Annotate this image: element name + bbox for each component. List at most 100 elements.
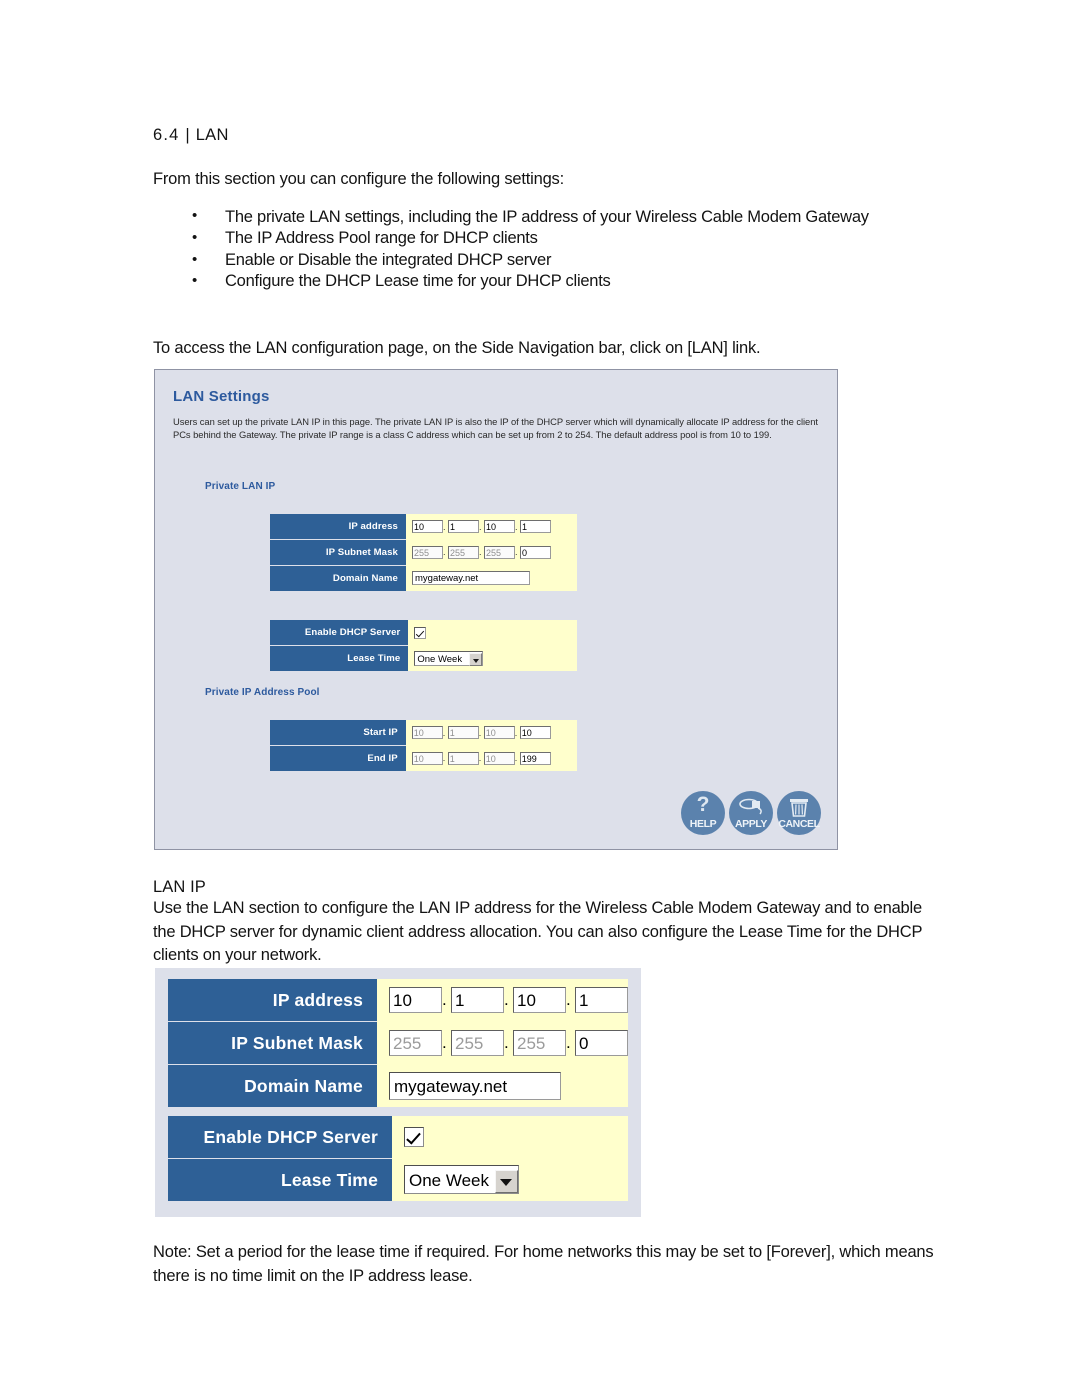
ip-address-octet-4[interactable]: 1 — [575, 987, 628, 1014]
table-row: Enable DHCP Server — [270, 620, 577, 646]
subnet-mask-octet-2[interactable]: 255 — [448, 545, 479, 559]
subnet-mask-octet-1[interactable]: 255 — [412, 545, 443, 559]
subheading-private-ip-address-pool: Private IP Address Pool — [205, 687, 320, 698]
cancel-button-label: CANCEL — [778, 818, 820, 830]
ip-address-octet-3[interactable]: 10 — [513, 987, 566, 1014]
table-row: Lease Time One Week — [270, 645, 577, 671]
end-ip-value-cell: 10. 1. 10. 199 — [405, 745, 577, 771]
help-button[interactable]: ? HELP — [681, 791, 725, 835]
octet-separator: . — [442, 990, 447, 1010]
ip-address-label: IP address — [168, 979, 377, 1022]
private-lan-ip-table: IP address 10. 1. 10. 1 IP Subnet Mask 255.… — [270, 514, 577, 591]
domain-name-value-cell: mygateway.net — [406, 565, 577, 591]
list-item: The private LAN settings, including the … — [153, 205, 933, 228]
ip-address-octet-4[interactable]: 1 — [520, 520, 551, 534]
subnet-mask-octet-3[interactable]: 255 — [484, 545, 515, 559]
list-item: Configure the DHCP Lease time for your D… — [153, 270, 933, 293]
chevron-down-icon[interactable] — [469, 652, 483, 666]
start-ip-value-cell: 10. 1. 10. 10 — [405, 720, 577, 746]
apply-button[interactable]: APPLY — [729, 791, 773, 835]
access-instruction-paragraph: To access the LAN configuration page, on… — [153, 339, 761, 357]
lease-time-label: Lease Time — [168, 1158, 392, 1201]
ip-address-octet-2[interactable]: 1 — [451, 987, 504, 1014]
intro-paragraph: From this section you can configure the … — [153, 170, 564, 188]
panel-title: LAN Settings — [173, 388, 270, 405]
enlarged-lan-ip-table: IP address 10. 1. 10. 1 IP Subnet Mask 255.… — [168, 979, 628, 1107]
action-button-group: ? HELP APPLY CANCEL — [681, 791, 821, 835]
lease-time-label: Lease Time — [270, 645, 409, 671]
enable-dhcp-server-label: Enable DHCP Server — [168, 1116, 392, 1159]
lease-time-value-cell: One Week — [392, 1158, 628, 1201]
subnet-mask-octet-3[interactable]: 255 — [513, 1030, 566, 1056]
table-row: Start IP 10. 1. 10. 10 — [270, 720, 577, 746]
table-row: IP address 10. 1. 10. 1 — [168, 979, 628, 1022]
question-mark-icon: ? — [696, 793, 710, 816]
ip-subnet-mask-value-cell: 255. 255. 255. 0 — [406, 539, 577, 566]
table-row: End IP 10. 1. 10. 199 — [270, 745, 577, 771]
ip-address-octet-3[interactable]: 10 — [484, 520, 515, 534]
table-row: IP Subnet Mask 255. 255. 255. 0 — [168, 1021, 628, 1065]
subnet-mask-octet-4[interactable]: 0 — [575, 1030, 628, 1056]
end-ip-octet-1[interactable]: 10 — [411, 751, 443, 765]
octet-separator: . — [566, 1033, 571, 1052]
octet-separator: . — [504, 1033, 509, 1052]
table-row: Domain Name mygateway.net — [270, 565, 577, 591]
ip-address-octet-2[interactable]: 1 — [448, 520, 479, 534]
octet-separator: . — [504, 990, 509, 1010]
help-button-label: HELP — [689, 818, 717, 830]
enable-dhcp-server-checkbox[interactable] — [414, 626, 427, 639]
table-row: Enable DHCP Server — [168, 1116, 628, 1159]
start-ip-octet-2[interactable]: 1 — [447, 726, 479, 740]
start-ip-octet-1[interactable]: 10 — [411, 726, 443, 740]
apply-button-label: APPLY — [734, 818, 768, 830]
start-ip-label: Start IP — [270, 720, 406, 746]
dhcp-settings-table: Enable DHCP Server Lease Time One Week — [270, 620, 577, 671]
lan-ip-enlarged-figure: IP address 10. 1. 10. 1 IP Subnet Mask 255.… — [155, 968, 641, 1217]
domain-name-input[interactable]: mygateway.net — [412, 571, 530, 586]
end-ip-octet-2[interactable]: 1 — [447, 751, 479, 765]
table-row: IP Subnet Mask 255. 255. 255. 0 — [270, 539, 577, 566]
start-ip-octet-4[interactable]: 10 — [519, 726, 551, 740]
enlarged-dhcp-table: Enable DHCP Server Lease Time One Week — [168, 1116, 628, 1201]
list-item: Enable or Disable the integrated DHCP se… — [153, 249, 933, 272]
trash-can-icon — [790, 799, 808, 817]
subnet-mask-octet-4[interactable]: 0 — [520, 545, 551, 559]
enable-dhcp-server-label: Enable DHCP Server — [270, 620, 409, 646]
ip-address-value-cell: 10. 1. 10. 1 — [377, 979, 628, 1022]
page-title: 6.4 | LAN — [153, 124, 229, 147]
ip-address-octet-1[interactable]: 10 — [389, 987, 442, 1014]
settings-bullet-list: The private LAN settings, including the … — [153, 205, 933, 293]
lease-time-select[interactable]: One Week — [414, 650, 484, 666]
start-ip-octet-3[interactable]: 10 — [483, 726, 515, 740]
domain-name-input[interactable]: mygateway.net — [389, 1071, 561, 1100]
table-row: Lease Time One Week — [168, 1158, 628, 1201]
section-title: LAN — [195, 126, 229, 144]
ip-address-label: IP address — [270, 514, 406, 540]
octet-separator: . — [442, 1033, 447, 1052]
subheading-private-lan-ip: Private LAN IP — [205, 481, 276, 492]
end-ip-octet-4[interactable]: 199 — [519, 751, 551, 765]
end-ip-octet-3[interactable]: 10 — [483, 751, 515, 765]
lanip-paragraph: Use the LAN section to configure the LAN… — [153, 899, 922, 964]
enable-dhcp-server-checkbox[interactable] — [404, 1127, 424, 1148]
domain-name-label: Domain Name — [168, 1064, 377, 1107]
lease-time-select[interactable]: One Week — [404, 1165, 519, 1195]
document-page: 6.4 | LAN From this section you can conf… — [0, 0, 1080, 1397]
disk-icon — [739, 798, 762, 815]
lease-time-value-cell: One Week — [408, 645, 577, 671]
cancel-button[interactable]: CANCEL — [777, 791, 821, 835]
panel-description: Users can set up the private LAN IP in t… — [173, 416, 818, 441]
lan-settings-panel: LAN Settings Users can set up the privat… — [154, 369, 838, 850]
subnet-mask-octet-1[interactable]: 255 — [389, 1030, 442, 1056]
domain-name-value-cell: mygateway.net — [377, 1064, 628, 1107]
chevron-down-icon[interactable] — [495, 1170, 518, 1194]
table-row: IP address 10. 1. 10. 1 — [270, 514, 577, 540]
ip-address-octet-1[interactable]: 10 — [412, 520, 443, 534]
ip-subnet-mask-label: IP Subnet Mask — [270, 539, 406, 566]
subnet-mask-octet-2[interactable]: 255 — [451, 1030, 504, 1056]
ip-subnet-mask-value-cell: 255. 255. 255. 0 — [377, 1021, 628, 1065]
domain-name-label: Domain Name — [270, 565, 406, 591]
enable-dhcp-server-value-cell — [408, 620, 577, 646]
note-paragraph: Note: Set a period for the lease time if… — [153, 1243, 934, 1285]
list-item: The IP Address Pool range for DHCP clien… — [153, 227, 933, 250]
